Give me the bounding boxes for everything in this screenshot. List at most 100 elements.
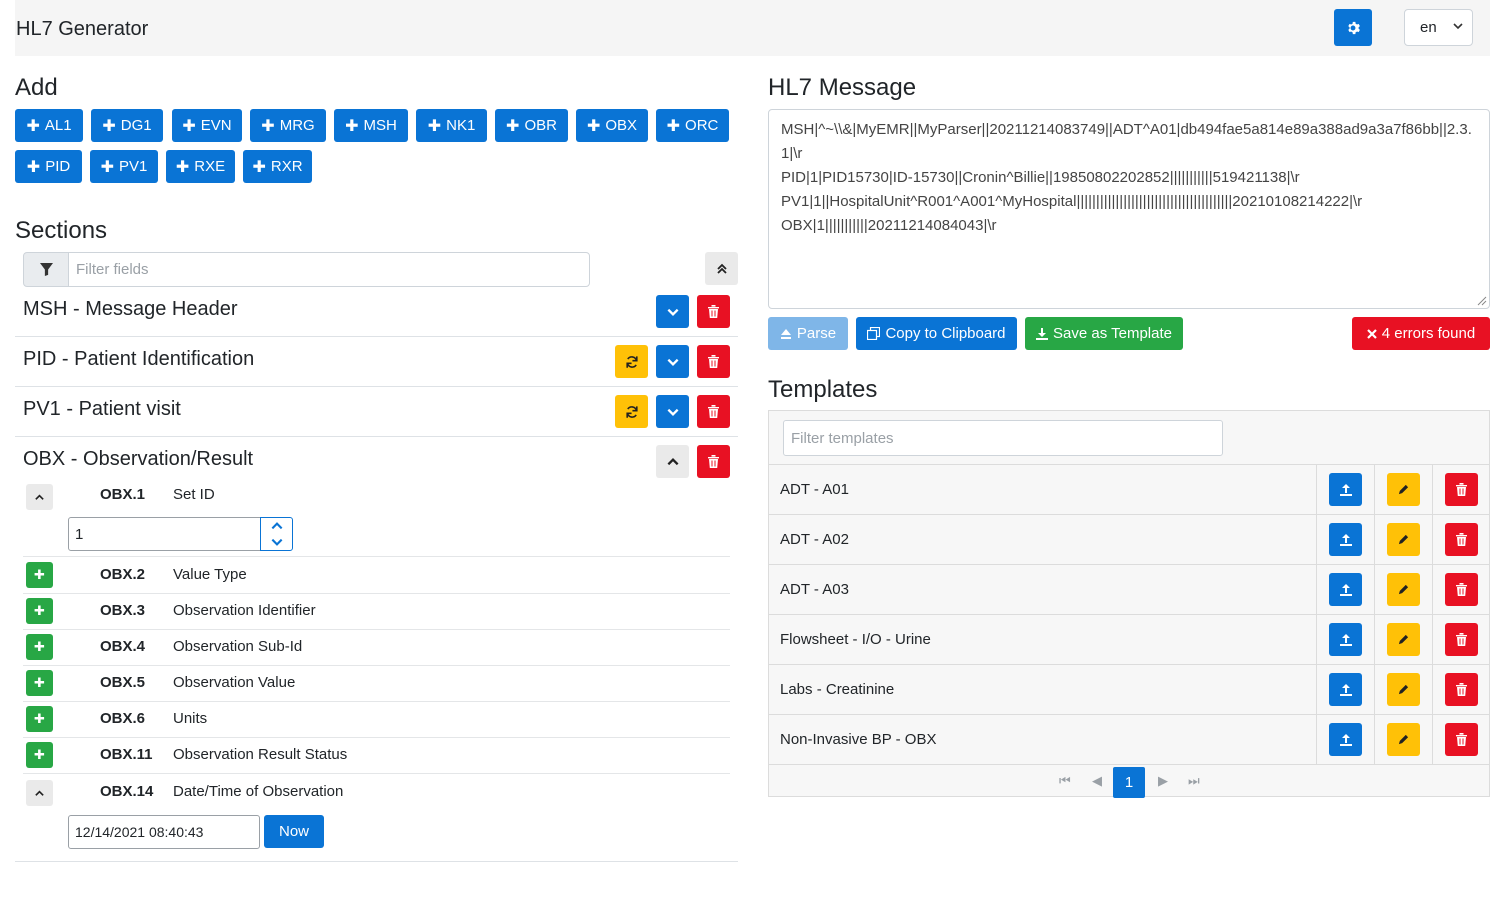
- add-rxe-button[interactable]: ✚ RXE: [166, 150, 235, 183]
- plus-icon: ✚: [666, 117, 681, 135]
- sections-heading: Sections: [15, 217, 108, 244]
- language-select[interactable]: en: [1404, 9, 1473, 46]
- add-mrg-button[interactable]: ✚ MRG: [250, 109, 326, 142]
- collapse-all-button[interactable]: [705, 252, 738, 285]
- prev-page-icon[interactable]: ◀: [1092, 773, 1102, 789]
- expand-button[interactable]: [656, 345, 689, 378]
- double-chevron-up-icon: [716, 263, 727, 274]
- load-template-button[interactable]: [1329, 573, 1362, 606]
- add-field-button[interactable]: ✚: [26, 634, 53, 660]
- now-button[interactable]: Now: [264, 815, 324, 848]
- trash-icon: [708, 305, 719, 318]
- edit-template-button[interactable]: [1387, 673, 1420, 706]
- delete-template-button[interactable]: [1445, 623, 1478, 656]
- trash-icon: [1456, 533, 1467, 546]
- field-code: OBX.5: [100, 674, 146, 691]
- template-name: Labs - Creatinine: [780, 681, 895, 698]
- expand-button[interactable]: [656, 295, 689, 328]
- field-label: Date/Time of Observation: [173, 783, 344, 800]
- set-id-stepper[interactable]: [260, 517, 293, 551]
- add-obx-button[interactable]: ✚ OBX: [576, 109, 648, 142]
- collapse-field-button[interactable]: [26, 780, 53, 806]
- add-msh-button[interactable]: ✚ MSH: [334, 109, 408, 142]
- delete-section-button[interactable]: [697, 345, 730, 378]
- add-button-label: PV1: [119, 158, 148, 175]
- edit-cell: [1374, 515, 1432, 564]
- delete-section-button[interactable]: [697, 295, 730, 328]
- template-row: ADT - A03: [769, 564, 1489, 614]
- add-rxr-button[interactable]: ✚ RXR: [243, 150, 312, 183]
- plus-icon: ✚: [182, 117, 196, 135]
- add-field-button[interactable]: ✚: [26, 670, 53, 696]
- save-as-template-button[interactable]: Save as Template: [1025, 317, 1183, 350]
- edit-cell: [1374, 465, 1432, 514]
- chevron-down-icon: [667, 358, 678, 366]
- add-dg1-button[interactable]: ✚ DG1: [91, 109, 163, 142]
- edit-template-button[interactable]: [1387, 523, 1420, 556]
- add-field-button[interactable]: ✚: [26, 598, 53, 624]
- plus-icon: ✚: [26, 117, 40, 135]
- regenerate-button[interactable]: [615, 345, 648, 378]
- field-code: OBX.4: [100, 638, 146, 655]
- next-page-icon[interactable]: ▶: [1158, 773, 1168, 789]
- load-template-button[interactable]: [1329, 623, 1362, 656]
- delete-template-button[interactable]: [1445, 723, 1478, 756]
- filter-templates-input[interactable]: [783, 420, 1223, 456]
- edit-template-button[interactable]: [1387, 573, 1420, 606]
- add-pv1-button[interactable]: ✚ PV1: [90, 150, 158, 183]
- load-template-button[interactable]: [1329, 523, 1362, 556]
- chevron-up-icon[interactable]: [270, 520, 284, 532]
- parse-button[interactable]: Parse: [768, 317, 848, 350]
- chevron-down-icon[interactable]: [270, 536, 284, 548]
- field-row: ✚ OBX.5 Observation Value: [23, 665, 730, 702]
- add-orc-button[interactable]: ✚ ORC: [656, 109, 729, 142]
- delete-template-button[interactable]: [1445, 673, 1478, 706]
- delete-template-button[interactable]: [1445, 473, 1478, 506]
- edit-template-button[interactable]: [1387, 723, 1420, 756]
- delete-section-button[interactable]: [697, 395, 730, 428]
- filter-fields-input[interactable]: [68, 252, 590, 287]
- first-page-icon[interactable]: ⏮: [1059, 773, 1071, 789]
- edit-cell: [1374, 715, 1432, 764]
- delete-template-button[interactable]: [1445, 573, 1478, 606]
- errors-button[interactable]: 4 errors found: [1352, 317, 1490, 350]
- add-field-button[interactable]: ✚: [26, 562, 53, 588]
- collapse-button[interactable]: [656, 445, 689, 478]
- plus-icon: ✚: [506, 117, 520, 135]
- message-line: MSH|^~\\&|MyEMR||MyParser||2021121408374…: [781, 121, 1472, 162]
- regenerate-button[interactable]: [615, 395, 648, 428]
- chevron-up-icon: [35, 789, 44, 796]
- navbar: HL7 Generator en: [15, 0, 1490, 56]
- save-label: Save as Template: [1053, 325, 1172, 342]
- delete-template-button[interactable]: [1445, 523, 1478, 556]
- copy-to-clipboard-button[interactable]: Copy to Clipboard: [856, 317, 1017, 350]
- edit-template-button[interactable]: [1387, 623, 1420, 656]
- collapse-field-button[interactable]: [26, 484, 53, 510]
- add-pid-button[interactable]: ✚ PID: [15, 150, 82, 183]
- set-id-input[interactable]: 1: [68, 517, 262, 551]
- load-template-button[interactable]: [1329, 723, 1362, 756]
- add-field-button[interactable]: ✚: [26, 742, 53, 768]
- edit-template-button[interactable]: [1387, 473, 1420, 506]
- add-obr-button[interactable]: ✚ OBR: [495, 109, 568, 142]
- delete-cell: [1432, 465, 1489, 514]
- add-button-label: MSH: [363, 117, 397, 134]
- load-template-button[interactable]: [1329, 473, 1362, 506]
- add-field-button[interactable]: ✚: [26, 706, 53, 732]
- settings-button[interactable]: [1334, 9, 1372, 46]
- datetime-input[interactable]: 12/14/2021 08:40:43: [68, 815, 260, 849]
- last-page-icon[interactable]: ⏭: [1188, 773, 1200, 789]
- expand-button[interactable]: [656, 395, 689, 428]
- add-button-label: RXR: [270, 158, 303, 175]
- add-al1-button[interactable]: ✚ AL1: [15, 109, 83, 142]
- add-nk1-button[interactable]: ✚ NK1: [416, 109, 487, 142]
- plus-icon: ✚: [252, 158, 266, 176]
- section-msh: MSH - Message Header: [15, 287, 738, 337]
- load-template-button[interactable]: [1329, 673, 1362, 706]
- delete-section-button[interactable]: [697, 445, 730, 478]
- page-number-button[interactable]: 1: [1113, 767, 1145, 798]
- hl7-message-textarea[interactable]: MSH|^~\\&|MyEMR||MyParser||2021121408374…: [768, 109, 1490, 309]
- add-evn-button[interactable]: ✚ EVN: [172, 109, 242, 142]
- section-title: MSH - Message Header: [23, 298, 238, 320]
- resize-handle-icon[interactable]: [1475, 294, 1487, 306]
